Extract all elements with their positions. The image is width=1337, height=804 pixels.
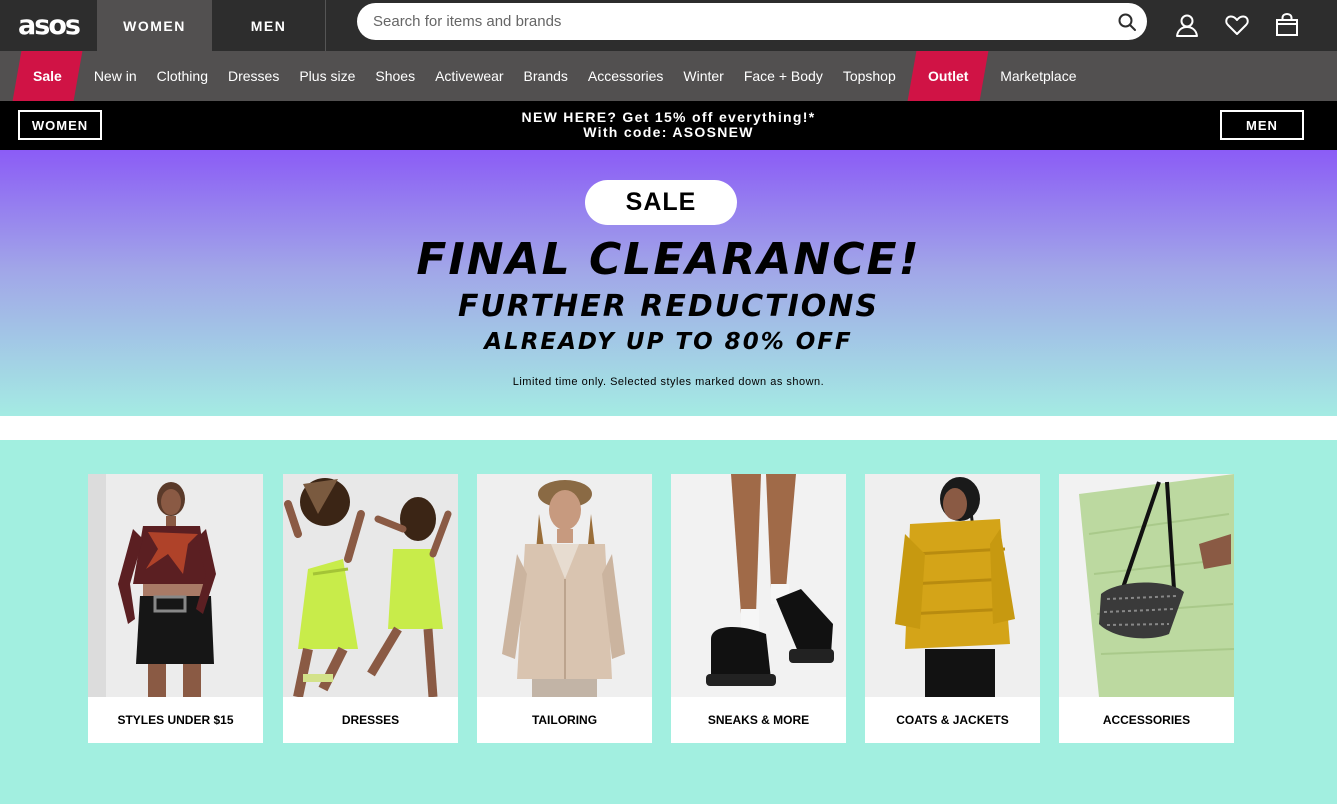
nav-shoes[interactable]: Shoes [365, 51, 425, 101]
tile-label: ACCESSORIES [1102, 713, 1191, 727]
top-header: asos WOMEN MEN [0, 0, 1337, 51]
nav-winter[interactable]: Winter [673, 51, 733, 101]
nav-clothing[interactable]: Clothing [147, 51, 218, 101]
nav-accessories[interactable]: Accessories [578, 51, 673, 101]
sale-badge: SALE [585, 180, 737, 225]
account-icon[interactable] [1174, 12, 1200, 38]
tile-label: COATS & JACKETS [896, 713, 1009, 727]
promo-men-button[interactable]: MEN [1220, 110, 1304, 140]
nav-sale[interactable]: Sale [12, 51, 83, 101]
nav-plus-size[interactable]: Plus size [289, 51, 365, 101]
nav-activewear[interactable]: Activewear [425, 51, 513, 101]
tile-label: DRESSES [341, 713, 400, 727]
hero-subheadline: FURTHER REDUCTIONS [458, 289, 879, 324]
tile-sneaks-more[interactable]: SNEAKS & MORE [671, 474, 846, 743]
nav-marketplace[interactable]: Marketplace [990, 51, 1086, 101]
nav-face-body[interactable]: Face + Body [734, 51, 833, 101]
asos-logo[interactable]: asos [0, 0, 97, 51]
category-tiles: STYLES UNDER $15 DRESSES TAILORING SNEAK… [0, 440, 1337, 804]
tile-image-accessories [1059, 474, 1234, 697]
tile-image-sneaks-more [671, 474, 846, 697]
bag-icon[interactable] [1274, 12, 1300, 38]
tile-image-tailoring [477, 474, 652, 697]
promo-line-1: NEW HERE? Get 15% off everything!* [521, 109, 816, 125]
nav-topshop[interactable]: Topshop [833, 51, 906, 101]
tab-women[interactable]: WOMEN [97, 0, 212, 51]
category-nav: Sale New in Clothing Dresses Plus size S… [0, 51, 1337, 101]
search-bar [357, 3, 1147, 40]
tile-image-coats-jackets [865, 474, 1040, 697]
hero-discount: ALREADY UP TO 80% OFF [484, 329, 853, 355]
section-divider [0, 416, 1337, 440]
hero-disclaimer: Limited time only. Selected styles marke… [512, 376, 825, 388]
tile-styles-under-15[interactable]: STYLES UNDER $15 [88, 474, 263, 743]
nav-brands[interactable]: Brands [514, 51, 578, 101]
tile-image-styles-under-15 [88, 474, 263, 697]
nav-dresses[interactable]: Dresses [218, 51, 289, 101]
tab-men[interactable]: MEN [212, 0, 326, 51]
tile-tailoring[interactable]: TAILORING [477, 474, 652, 743]
tile-label: SNEAKS & MORE [707, 713, 810, 727]
nav-new-in[interactable]: New in [84, 51, 147, 101]
nav-outlet-label: Outlet [927, 68, 969, 84]
hero-headline: FINAL CLEARANCE! [416, 234, 921, 285]
tile-image-dresses [283, 474, 458, 697]
search-input[interactable] [373, 13, 1147, 30]
tile-dresses[interactable]: DRESSES [283, 474, 458, 743]
tile-coats-jackets[interactable]: COATS & JACKETS [865, 474, 1040, 743]
search-icon[interactable] [1117, 12, 1137, 32]
sale-hero-banner[interactable]: SALE FINAL CLEARANCE! FURTHER REDUCTIONS… [0, 150, 1337, 416]
nav-sale-label: Sale [33, 68, 62, 84]
nav-outlet[interactable]: Outlet [907, 51, 989, 101]
tile-label: STYLES UNDER $15 [117, 713, 234, 727]
promo-message[interactable]: NEW HERE? Get 15% off everything!* With … [0, 110, 1337, 140]
tile-accessories[interactable]: ACCESSORIES [1059, 474, 1234, 743]
promo-line-2: With code: ASOSNEW [583, 124, 754, 140]
tile-label: TAILORING [531, 713, 598, 727]
heart-icon[interactable] [1224, 12, 1250, 38]
promo-banner: WOMEN NEW HERE? Get 15% off everything!*… [0, 101, 1337, 150]
